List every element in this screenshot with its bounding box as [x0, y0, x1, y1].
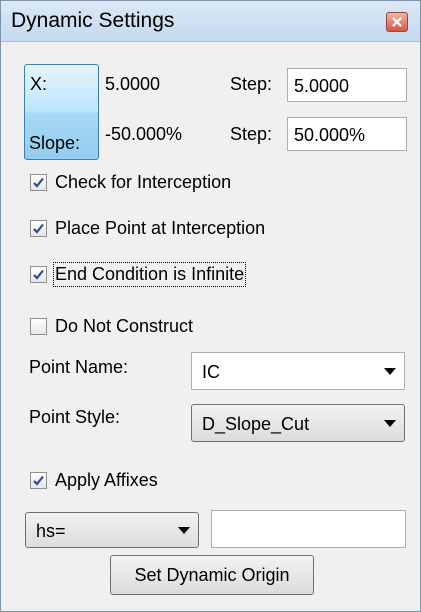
x-value: 5.0000 — [105, 74, 161, 94]
checkbox-box[interactable] — [30, 317, 47, 335]
do-not-construct-label: Do Not Construct — [55, 315, 194, 336]
checkmark-icon — [33, 269, 44, 280]
point-name-combo[interactable]: IC — [191, 352, 405, 390]
checkmark-icon — [33, 177, 44, 188]
slope-label: Slope: — [29, 133, 81, 153]
point-style-dropdown[interactable]: D_Slope_Cut — [191, 404, 405, 442]
end-condition-checkbox[interactable]: End Condition is Infinite — [30, 261, 247, 287]
title-bar: Dynamic Settings — [1, 1, 420, 42]
checkmark-icon — [33, 475, 44, 486]
chevron-down-icon — [178, 527, 190, 534]
place-point-checkbox[interactable]: Place Point at Interception — [30, 216, 265, 240]
slope-value: -50.000% — [105, 124, 183, 144]
slope-step-label: Step: — [230, 124, 273, 144]
checkmark-icon — [33, 223, 44, 234]
check-interception-checkbox[interactable]: Check for Interception — [30, 170, 231, 194]
x-step-input[interactable]: 5.0000 — [287, 68, 407, 102]
affix-mode-dropdown[interactable]: hs= — [25, 512, 199, 548]
close-button[interactable] — [386, 12, 408, 32]
x-step-label: Step: — [230, 74, 273, 94]
window-title: Dynamic Settings — [11, 9, 175, 32]
point-style-label: Point Style: — [29, 407, 121, 427]
affix-text-input[interactable] — [211, 510, 406, 548]
check-interception-label: Check for Interception — [55, 171, 232, 192]
end-condition-label: End Condition is Infinite — [52, 261, 247, 287]
checkbox-box[interactable] — [30, 265, 47, 283]
do-not-construct-checkbox[interactable]: Do Not Construct — [30, 314, 193, 338]
close-icon — [392, 17, 402, 27]
settings-panel: X: Slope: 5.0000 Step: 5.0000 -50.000% S… — [2, 42, 419, 610]
x-label: X: — [30, 74, 48, 94]
checkbox-box[interactable] — [30, 471, 47, 489]
set-dynamic-origin-button[interactable]: Set Dynamic Origin — [110, 555, 314, 595]
checkbox-box[interactable] — [30, 219, 47, 237]
checkbox-box[interactable] — [30, 173, 47, 191]
chevron-down-icon — [384, 420, 396, 427]
chevron-down-icon — [384, 368, 396, 375]
affix-mode-value: hs= — [36, 521, 66, 541]
apply-affixes-checkbox[interactable]: Apply Affixes — [30, 468, 158, 492]
place-point-label: Place Point at Interception — [55, 217, 266, 238]
point-name-value: IC — [202, 362, 220, 382]
dynamic-settings-window: Dynamic Settings X: Slope: 5.0000 Step: … — [0, 0, 421, 612]
x-slope-toggle-button[interactable]: X: Slope: — [24, 64, 99, 160]
point-style-value: D_Slope_Cut — [202, 414, 310, 434]
apply-affixes-label: Apply Affixes — [55, 469, 158, 490]
point-name-label: Point Name: — [29, 357, 129, 377]
slope-step-input[interactable]: 50.000% — [287, 117, 407, 151]
